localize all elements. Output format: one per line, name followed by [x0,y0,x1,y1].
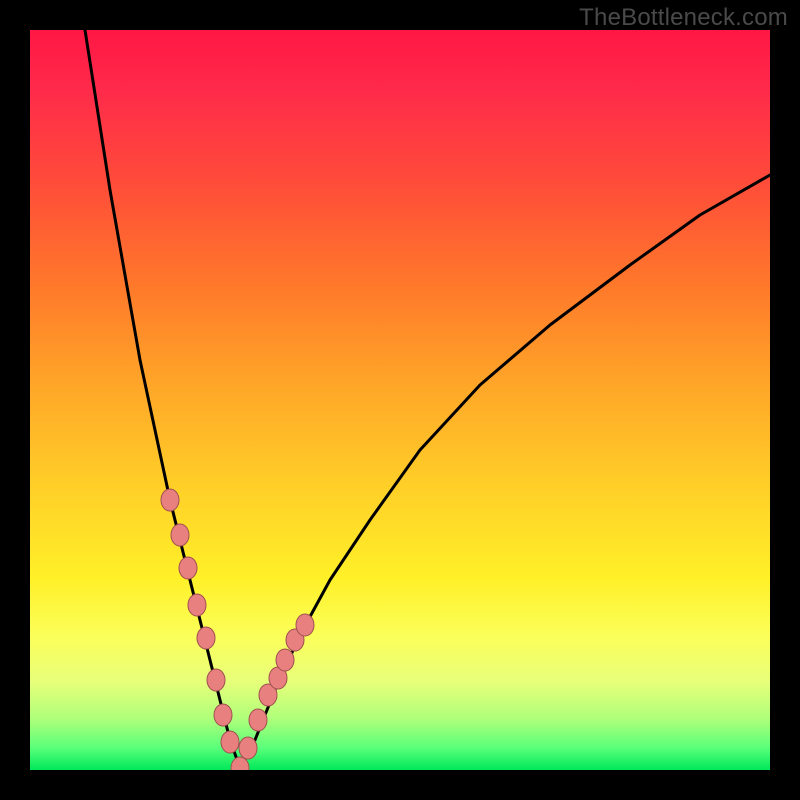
sample-bead [161,489,179,511]
sample-bead [221,731,239,753]
sample-bead [296,614,314,636]
sample-bead [276,649,294,671]
sample-bead [188,594,206,616]
sample-bead [207,669,225,691]
sample-bead [171,524,189,546]
sample-bead [239,737,257,759]
sample-bead [179,557,197,579]
curve-layer [30,30,770,770]
sample-bead [197,627,215,649]
bottleneck-curve [85,30,770,768]
sample-bead [249,709,267,731]
watermark-text: TheBottleneck.com [579,4,788,32]
sample-bead [214,704,232,726]
chart-frame: TheBottleneck.com [0,0,800,800]
plot-area [30,30,770,770]
